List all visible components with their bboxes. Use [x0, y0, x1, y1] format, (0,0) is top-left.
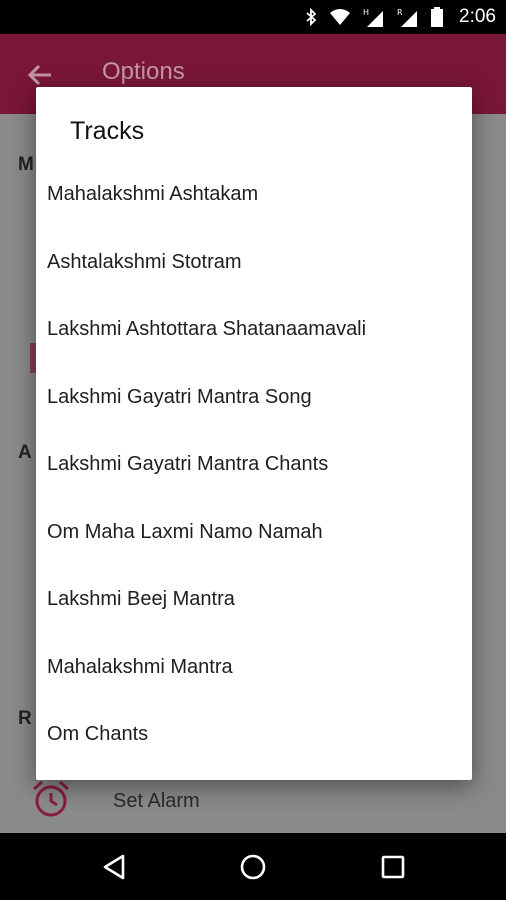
home-circle-icon[interactable]	[237, 851, 269, 883]
track-item[interactable]: Lakshmi Gayatri Mantra Song	[36, 364, 472, 432]
wifi-icon	[330, 9, 351, 25]
status-bar: H R 2:06	[0, 0, 506, 34]
bluetooth-icon	[306, 8, 317, 26]
track-item[interactable]: Lakshmi Beej Mantra	[36, 566, 472, 634]
signal-r-icon: R	[397, 8, 418, 27]
page-title: Options	[102, 58, 185, 85]
recents-square-icon[interactable]	[377, 851, 409, 883]
track-list: Mahalakshmi Ashtakam Ashtalakshmi Stotra…	[36, 161, 472, 769]
tracks-dialog: Tracks Mahalakshmi Ashtakam Ashtalakshmi…	[36, 87, 472, 780]
svg-text:H: H	[363, 8, 369, 17]
alarm-clock-icon	[33, 780, 69, 817]
dialog-title: Tracks	[70, 117, 145, 145]
signal-h-icon: H	[363, 8, 384, 27]
track-item[interactable]: Om Chants	[36, 701, 472, 769]
section-label-peek: M	[18, 154, 34, 175]
battery-icon	[431, 7, 444, 27]
track-item[interactable]: Lakshmi Gayatri Mantra Chants	[36, 431, 472, 499]
back-triangle-icon[interactable]	[99, 851, 131, 883]
track-item[interactable]: Mahalakshmi Ashtakam	[36, 161, 472, 229]
track-item[interactable]: Om Maha Laxmi Namo Namah	[36, 499, 472, 567]
section-label-peek: A	[18, 442, 32, 463]
navigation-bar	[0, 833, 506, 900]
status-clock: 2:06	[459, 6, 496, 27]
track-item[interactable]: Lakshmi Ashtottara Shatanaamavali	[36, 296, 472, 364]
section-label-peek: R	[18, 708, 32, 729]
set-alarm-label: Set Alarm	[113, 790, 200, 812]
svg-text:R: R	[397, 8, 403, 17]
track-item[interactable]: Mahalakshmi Mantra	[36, 634, 472, 702]
track-item[interactable]: Ashtalakshmi Stotram	[36, 229, 472, 297]
arrow-left-icon[interactable]	[25, 60, 55, 90]
